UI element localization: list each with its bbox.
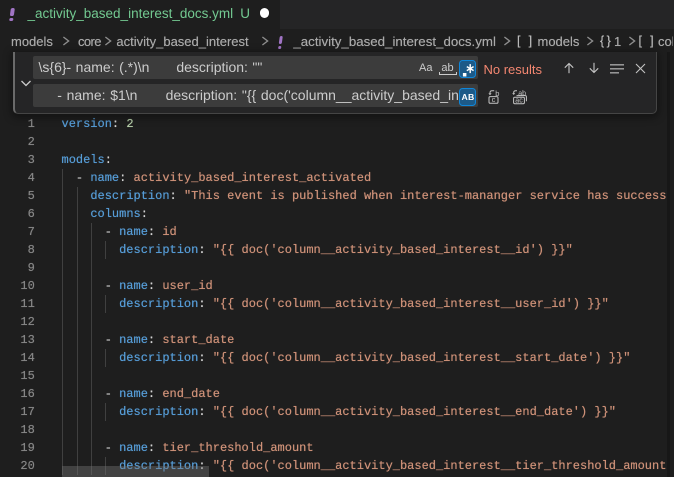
svg-text:ac: ac (515, 97, 523, 104)
svg-text:c: c (491, 95, 495, 104)
svg-text:ab: ab (518, 90, 526, 97)
svg-text:b: b (495, 89, 499, 98)
